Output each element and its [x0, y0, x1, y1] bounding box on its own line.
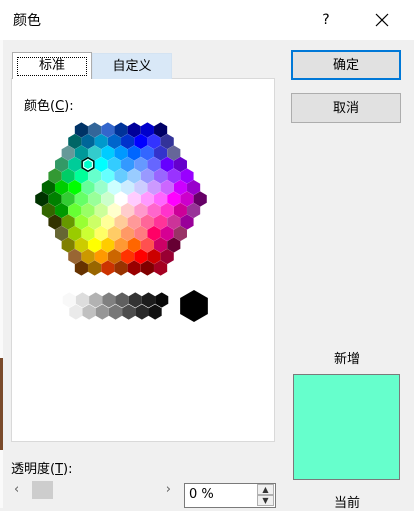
slider-thumb[interactable]: [32, 481, 53, 499]
ok-button[interactable]: 确定: [291, 50, 401, 80]
colors-label: 颜色(C):: [24, 99, 74, 114]
chevron-right-icon[interactable]: ›: [166, 482, 171, 497]
tab-custom-label: 自定义: [112, 59, 152, 74]
transparency-slider[interactable]: ‹ ›: [11, 481, 174, 501]
transparency-label: 透明度(T):: [11, 462, 73, 477]
spin-down-icon[interactable]: ▼: [257, 495, 274, 506]
tab-standard[interactable]: 标准: [12, 52, 92, 79]
spin-up-icon[interactable]: ▲: [257, 484, 274, 495]
cancel-button[interactable]: 取消: [291, 93, 401, 123]
title-bar: 颜色 ?: [0, 0, 414, 40]
help-button[interactable]: ?: [314, 9, 338, 31]
transparency-value[interactable]: 0 %: [189, 487, 214, 502]
dialog-title: 颜色: [13, 13, 41, 29]
tab-custom[interactable]: 自定义: [92, 53, 172, 79]
background-window-edge: [0, 40, 3, 508]
color-panel: [11, 78, 275, 442]
transparency-spinbox[interactable]: 0 % ▲ ▼: [184, 483, 276, 508]
tab-standard-label: 标准: [38, 58, 65, 73]
new-color-swatch: [293, 374, 400, 480]
chevron-left-icon[interactable]: ‹: [14, 482, 19, 497]
close-icon: [375, 13, 389, 27]
current-color-label: 当前: [333, 496, 360, 511]
close-button[interactable]: [368, 9, 396, 31]
new-color-label: 新增: [333, 352, 360, 367]
